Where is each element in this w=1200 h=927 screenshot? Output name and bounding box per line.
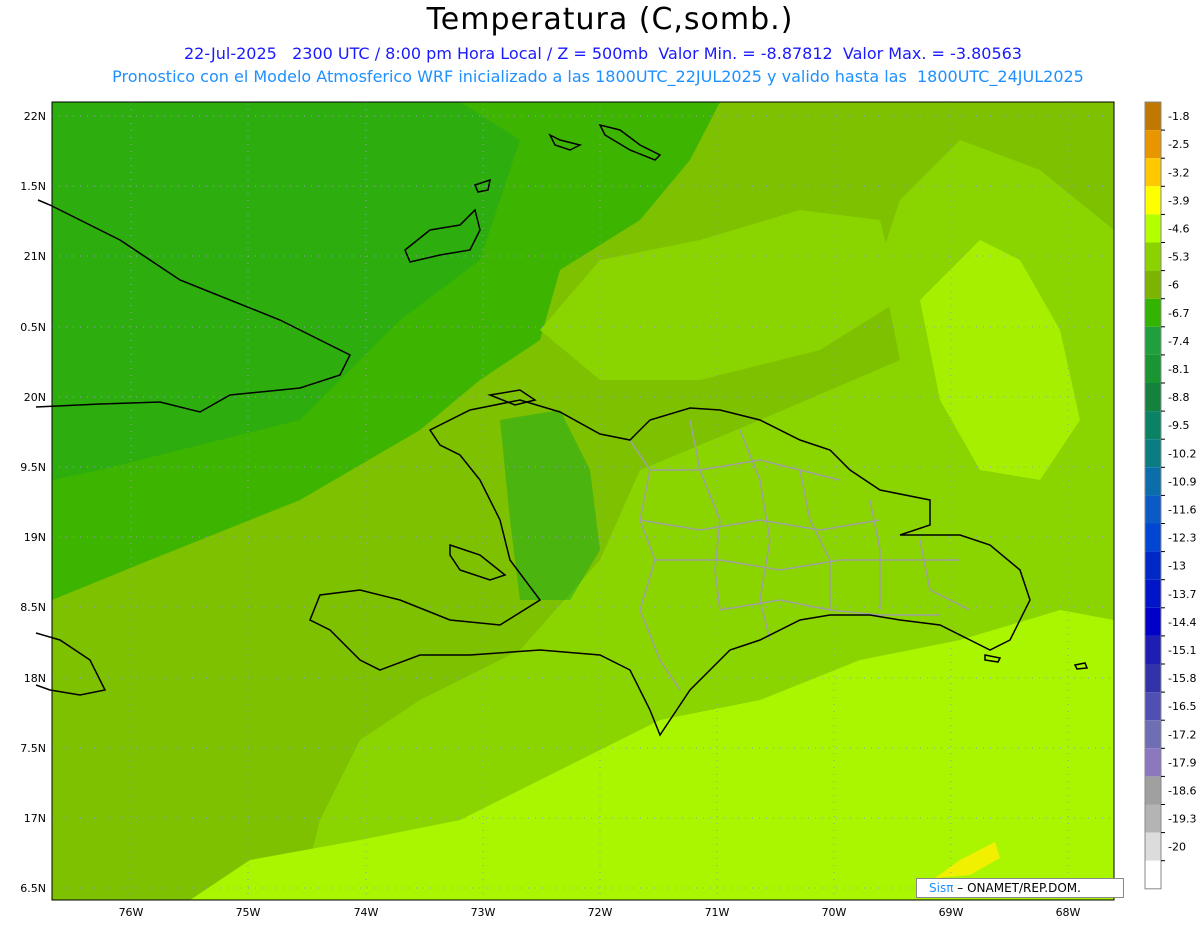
lat-label: 22N [24,110,46,123]
colorbar-label: -13 [1168,560,1186,573]
colorbar-label: -5.3 [1168,251,1189,264]
lat-label: 19N [24,531,46,544]
colorbar-swatch [1145,776,1161,805]
lon-label: 72W [588,906,613,919]
lat-label: 1.5N [20,180,46,193]
colorbar-label: -10.9 [1168,475,1196,488]
lon-label: 73W [471,906,496,919]
colorbar-label: -13.7 [1168,588,1196,601]
temperature-field [52,102,1114,900]
lat-label: 0.5N [20,321,46,334]
colorbar-swatch [1145,102,1161,131]
colorbar-swatch [1145,551,1161,580]
colorbar-label: -17.9 [1168,756,1196,769]
colorbar-swatch [1145,354,1161,383]
latitude-labels: 22N 1.5N 21N 0.5N 20N 9.5N 19N 8.5N 18N … [20,110,46,895]
colorbar-swatch [1145,523,1161,552]
lat-label: 20N [24,391,46,404]
colorbar-label: -9.5 [1168,419,1189,432]
lon-label: 75W [236,906,261,919]
colorbar-label: -11.6 [1168,503,1196,516]
colorbar-swatch [1145,467,1161,496]
colorbar-label: -8.1 [1168,363,1189,376]
colorbar-swatch [1145,635,1161,664]
colorbar-swatch [1145,607,1161,636]
colorbar-label: -7.4 [1168,335,1189,348]
colorbar-swatch [1145,832,1161,861]
longitude-labels: 76W 75W 74W 73W 72W 71W 70W 69W 68W [119,906,1081,919]
colorbar-swatch [1145,495,1161,524]
colorbar-label: -19.3 [1168,813,1196,826]
colorbar-swatch [1145,860,1161,889]
colorbar-label: -15.1 [1168,644,1196,657]
colorbar-label: -4.6 [1168,222,1189,235]
colorbar-swatch [1145,383,1161,412]
colorbar-swatch [1145,270,1161,299]
lat-label: 8.5N [20,601,46,614]
lat-label: 9.5N [20,461,46,474]
lon-label: 71W [705,906,730,919]
colorbar-label: -6 [1168,279,1179,292]
colorbar-swatch [1145,664,1161,693]
colorbar-label: -17.2 [1168,728,1196,741]
credit-box: Sisπ – ONAMET/REP.DOM. [916,878,1124,898]
lat-label: 21N [24,250,46,263]
colorbar-label: -3.9 [1168,194,1189,207]
colorbar-swatch [1145,720,1161,749]
colorbar: -1.8 -2.5 -3.2 -3.9 -4.6 -5.3 -6 -6.7 -7.4 -8.1 -8… [1144,101,1196,890]
colorbar-swatch [1145,130,1161,159]
colorbar-swatch [1145,298,1161,327]
colorbar-label: -18.6 [1168,784,1196,797]
lat-label: 6.5N [20,882,46,895]
lon-label: 74W [354,906,379,919]
colorbar-label: -1.8 [1168,110,1189,123]
lat-label: 17N [24,812,46,825]
colorbar-label: -6.7 [1168,307,1189,320]
lat-label: 7.5N [20,742,46,755]
lon-label: 70W [822,906,847,919]
forecast-map: 22N 1.5N 21N 0.5N 20N 9.5N 19N 8.5N 18N … [20,101,1196,919]
org-label: – ONAMET/REP.DOM. [957,881,1081,895]
colorbar-swatch [1145,439,1161,468]
colorbar-swatch [1145,158,1161,187]
colorbar-swatch [1145,326,1161,355]
lon-label: 69W [939,906,964,919]
colorbar-label: -20 [1168,841,1186,854]
colorbar-swatch [1145,411,1161,440]
colorbar-label: -8.8 [1168,391,1189,404]
colorbar-swatch [1145,579,1161,608]
colorbar-label: -16.5 [1168,700,1196,713]
colorbar-swatch [1145,214,1161,243]
colorbar-label: -2.5 [1168,138,1189,151]
colorbar-swatch [1145,804,1161,833]
colorbar-label: -3.2 [1168,166,1189,179]
lon-label: 76W [119,906,144,919]
colorbar-swatch [1145,186,1161,215]
brand-label: Sisπ [929,881,954,895]
colorbar-swatch [1145,748,1161,777]
colorbar-swatch [1145,242,1161,271]
colorbar-label: -15.8 [1168,672,1196,685]
lat-label: 18N [24,672,46,685]
colorbar-label: -10.2 [1168,447,1196,460]
lon-label: 68W [1056,906,1081,919]
colorbar-label: -14.4 [1168,616,1196,629]
colorbar-swatch [1145,692,1161,721]
colorbar-label: -12.3 [1168,532,1196,545]
